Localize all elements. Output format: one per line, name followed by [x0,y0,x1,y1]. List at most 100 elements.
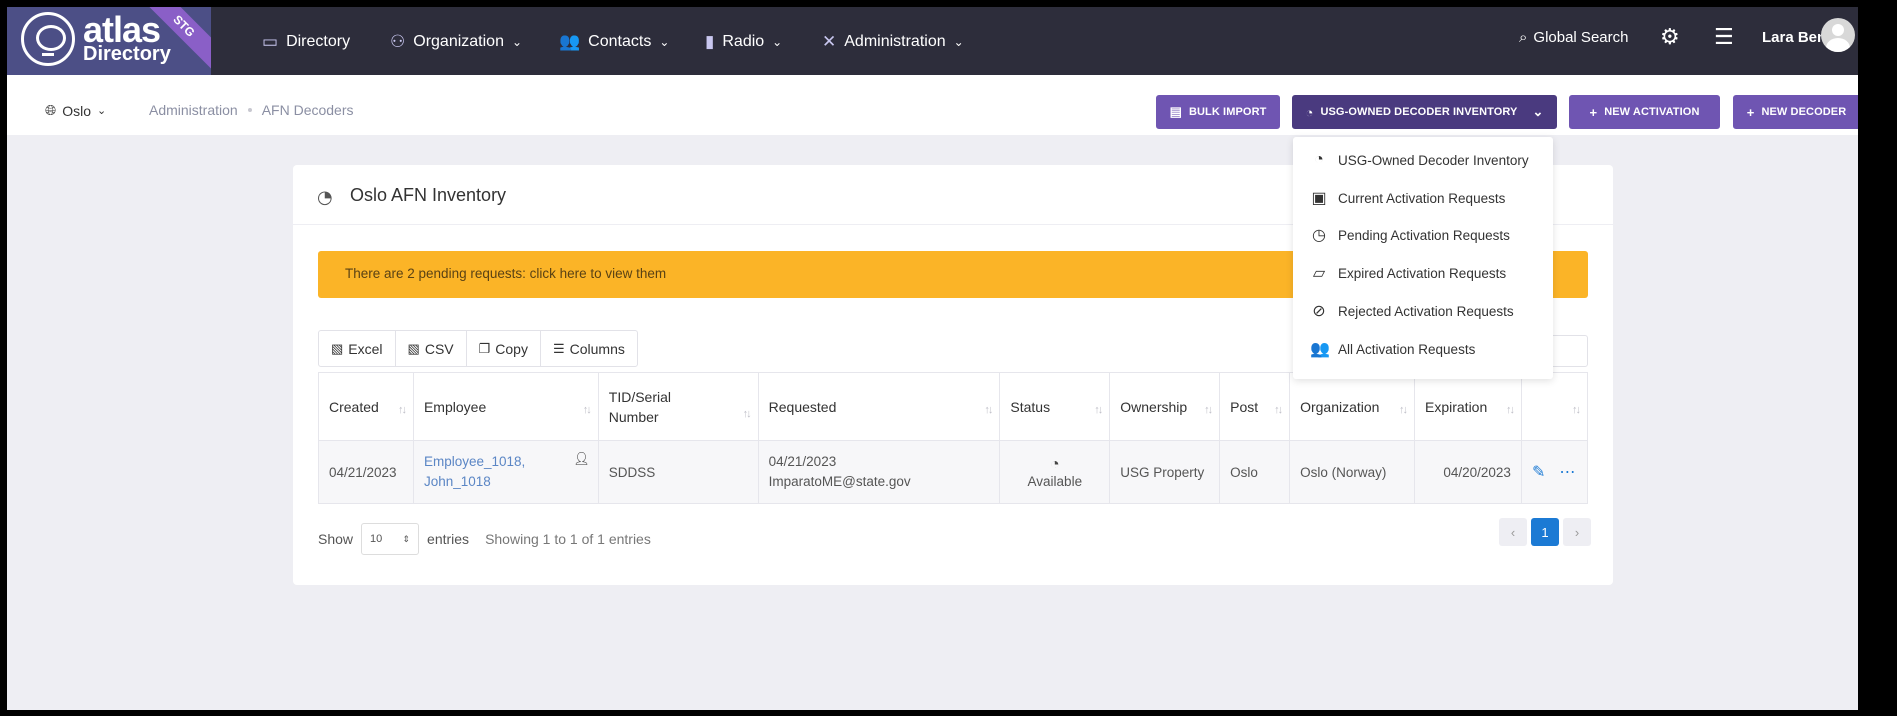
col-label: Organization [1300,398,1380,415]
csv-button[interactable]: ▧ CSV [396,331,467,366]
employee-link[interactable]: Employee_1018, John_1018 [424,452,534,492]
bulk-import-button[interactable]: ▤ BULK IMPORT [1156,95,1280,129]
more-options-icon[interactable]: ⋯ [1559,464,1575,481]
menu-item-label: Rejected Activation Requests [1338,303,1514,319]
plus-icon: + [1589,104,1598,120]
breadcrumb-administration[interactable]: Administration [149,102,238,118]
csv-file-icon: ▧ [407,340,420,356]
nav-radio[interactable]: ▮ Radio ⌄ [705,29,782,55]
users-icon: 👥 [1310,341,1330,358]
inventory-label: USG-OWNED DECODER INVENTORY [1320,106,1518,118]
col-actions[interactable]: ↑↓ [1520,372,1589,441]
sort-icon: ↑↓ [742,408,752,420]
status-label: Available [1027,473,1083,489]
sort-icon: ↑↓ [1505,404,1515,416]
next-page-button[interactable]: › [1563,518,1591,546]
breadcrumb-afn-decoders: AFN Decoders [261,102,354,118]
col-tid-serial[interactable]: TID/Serial Number ↑↓ [597,372,759,441]
satellite-dish-icon: ◔ [1314,151,1324,168]
col-employee[interactable]: Employee ↑↓ [412,372,599,441]
copy-button[interactable]: ❐ Copy [467,331,541,366]
cell-employee: Employee_1018, John_1018 👤︎ [412,440,599,504]
menu-item-label: Pending Activation Requests [1338,227,1510,243]
nav-organization[interactable]: ⚇ Organization ⌄ [390,29,522,55]
nav-administration[interactable]: ✕ Administration ⌄ [822,29,964,55]
table-header-row: Created ↑↓ Employee ↑↓ TID/Serial Number ↑↓… [318,372,1589,441]
excel-label: Excel [348,340,383,357]
plus-icon: + [1746,104,1755,120]
col-label: Employee [423,398,487,415]
chevron-left-icon: ‹ [1510,524,1516,540]
excel-file-icon: ▧ [331,340,344,356]
excel-button[interactable]: ▧ Excel [319,331,396,366]
menu-item-label: Expired Activation Requests [1338,265,1507,281]
menu-item-all-requests[interactable]: 👥 All Activation Requests [1310,336,1475,362]
cell-status: ◔ Available [999,440,1111,504]
nav-contacts[interactable]: 👥 Contacts ⌄ [559,29,669,55]
col-ownership[interactable]: Ownership ↑↓ [1109,372,1221,441]
col-label: TID/Serial Number [608,388,672,425]
prev-page-button[interactable]: ‹ [1499,518,1527,546]
col-expiration[interactable]: Expiration ↑↓ [1414,372,1522,441]
menu-item-label: Current Activation Requests [1338,190,1506,206]
new-activation-button[interactable]: + NEW ACTIVATION [1569,95,1720,129]
menu-item-current-requests[interactable]: ▣ Current Activation Requests [1310,185,1505,211]
sort-icon: ↑↓ [1572,404,1581,416]
columns-button[interactable]: ☰ Columns [541,331,637,366]
location-selector[interactable]: 🌐︎ Oslo ⌄ [45,102,106,119]
hamburger-menu-icon[interactable]: ☰ [1714,25,1734,50]
chevron-down-icon: ⌄ [953,35,964,49]
sort-icon: ↑↓ [1094,404,1103,416]
chevron-down-icon: ⌄ [772,35,783,49]
global-search-label: Global Search [1533,29,1629,46]
page-length-select[interactable]: 10 ⇕ [361,523,420,555]
entries-label: entries [427,531,470,547]
col-created[interactable]: Created ↑↓ [318,372,414,441]
export-toolbar: ▧ Excel ▧ CSV ❐ Copy ☰ Columns [318,330,638,367]
nav-radio-label: Radio [722,33,765,50]
satellite-dish-icon: ◔ [1305,104,1314,120]
avatar[interactable] [1821,18,1855,52]
table-row: 04/21/2023 Employee_1018, John_1018 👤︎ S… [318,440,1589,504]
menu-item-label: All Activation Requests [1338,341,1476,357]
col-label: Requested [768,398,837,415]
nav-organization-label: Organization [413,33,504,50]
nav-administration-label: Administration [844,33,946,50]
folder-icon: ▱ [1312,265,1326,282]
menu-item-usg-inventory[interactable]: ◔ USG-Owned Decoder Inventory [1310,147,1528,173]
breadcrumb: Administration AFN Decoders [149,102,354,118]
global-search-button[interactable]: ⌕ Global Search [1519,29,1628,46]
cell-expiration: 04/20/2023 [1414,440,1522,504]
directory-icon: ▭ [262,32,279,51]
radio-icon: ▮ [705,32,715,51]
chevron-down-icon: ⌄ [97,105,107,117]
cell-organization: Oslo (Norway) [1289,440,1415,504]
top-navbar: atlas Directory STG ▭ Directory ⚇ Organi… [7,7,1858,75]
col-organization[interactable]: Organization ↑↓ [1289,372,1415,441]
alert-text[interactable]: There are 2 pending requests: click here… [345,266,666,281]
col-label: Ownership [1120,398,1188,415]
atlas-logo[interactable]: atlas Directory STG [7,7,211,75]
menu-item-pending-requests[interactable]: ◷ Pending Activation Requests [1310,222,1510,248]
page-length-value: 10 [370,533,383,545]
col-label: Expiration [1425,398,1488,415]
page-button[interactable]: 1 [1531,518,1559,546]
clock-icon: ◷ [1312,227,1326,244]
tools-icon: ✕ [822,32,837,51]
menu-item-rejected-requests[interactable]: ⊘ Rejected Activation Requests [1310,298,1514,324]
chevron-right-icon: › [1574,524,1580,540]
col-label: Post [1230,398,1259,415]
app-window: atlas Directory STG ▭ Directory ⚇ Organi… [7,7,1858,710]
edit-icon[interactable]: ✎ [1532,464,1545,481]
globe-icon: 🌐︎ [45,102,57,118]
col-status[interactable]: Status ↑↓ [999,372,1111,441]
new-decoder-button[interactable]: + NEW DECODER ⌄ [1733,95,1858,129]
nav-directory[interactable]: ▭ Directory [262,29,350,55]
settings-gears-icon[interactable]: ⚙ [1660,25,1680,50]
menu-item-expired-requests[interactable]: ▱ Expired Activation Requests [1310,260,1506,286]
columns-label: Columns [569,340,625,357]
inventory-dropdown-button[interactable]: ◔ USG-OWNED DECODER INVENTORY ⌄ [1292,95,1557,129]
col-requested[interactable]: Requested ↑↓ [757,372,1001,441]
col-post[interactable]: Post ↑↓ [1219,372,1291,441]
file-check-icon: ▣ [1311,190,1327,207]
